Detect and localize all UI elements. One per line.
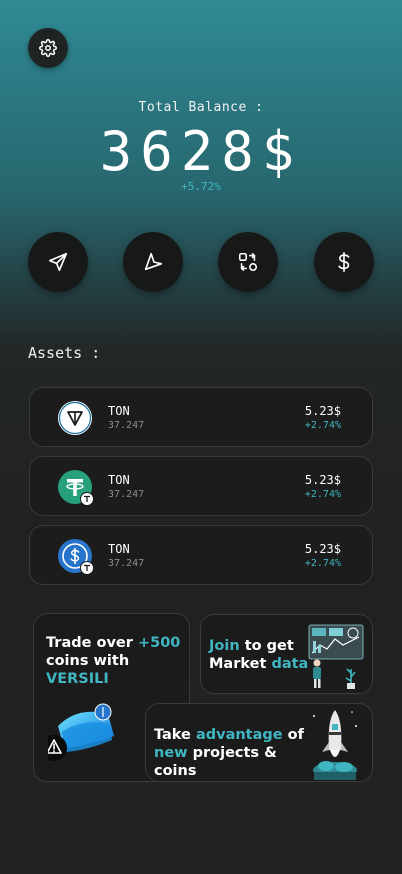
settings-button[interactable] xyxy=(28,28,68,68)
promo-join-card[interactable]: Join to get Market data xyxy=(200,614,373,694)
asset-name: TON xyxy=(108,473,130,487)
send-button[interactable] xyxy=(28,232,88,292)
gear-icon xyxy=(39,39,57,57)
promo-advantage-text: Take advantage of new projects & coins xyxy=(154,727,304,779)
receive-icon xyxy=(144,252,163,271)
ton-icon xyxy=(57,400,93,436)
asset-card[interactable]: TON 37.247 5.23$ +2.74% xyxy=(29,456,373,516)
assets-title: Assets : xyxy=(28,344,101,362)
rocket-illustration xyxy=(306,706,364,782)
asset-price: 5.23$ xyxy=(304,404,341,418)
asset-amount: 37.247 xyxy=(108,558,145,569)
send-icon xyxy=(48,252,68,272)
action-buttons xyxy=(28,232,374,292)
asset-name: TON xyxy=(108,404,130,418)
asset-card[interactable]: TON 37.247 5.23$ +2.74% xyxy=(29,525,373,585)
asset-amount: 37.247 xyxy=(108,420,145,431)
asset-amount: 37.247 xyxy=(108,489,145,500)
asset-change: +2.74% xyxy=(304,420,341,431)
balance-value: 3628$ xyxy=(99,120,303,183)
promo-advantage-card[interactable]: Take advantage of new projects & coins xyxy=(145,703,373,782)
asset-change: +2.74% xyxy=(304,558,341,569)
market-data-illustration xyxy=(303,623,365,689)
asset-price: 5.23$ xyxy=(304,542,341,556)
buy-button[interactable] xyxy=(314,232,374,292)
asset-card[interactable]: TON 37.247 5.23$ +2.74% xyxy=(29,387,373,447)
usdc-icon xyxy=(57,538,94,575)
coins-illustration xyxy=(41,696,128,766)
receive-button[interactable] xyxy=(123,232,183,292)
asset-price: 5.23$ xyxy=(304,473,341,487)
tether-icon xyxy=(57,469,94,506)
balance-change: +5.72% xyxy=(181,180,221,193)
balance-label: Total Balance : xyxy=(138,100,264,115)
promo-trade-text: Trade over +500 coins with VERSILI xyxy=(46,635,181,687)
asset-name: TON xyxy=(108,542,130,556)
dollar-icon xyxy=(338,252,350,272)
swap-icon xyxy=(238,252,258,272)
asset-change: +2.74% xyxy=(304,489,341,500)
swap-button[interactable] xyxy=(218,232,278,292)
